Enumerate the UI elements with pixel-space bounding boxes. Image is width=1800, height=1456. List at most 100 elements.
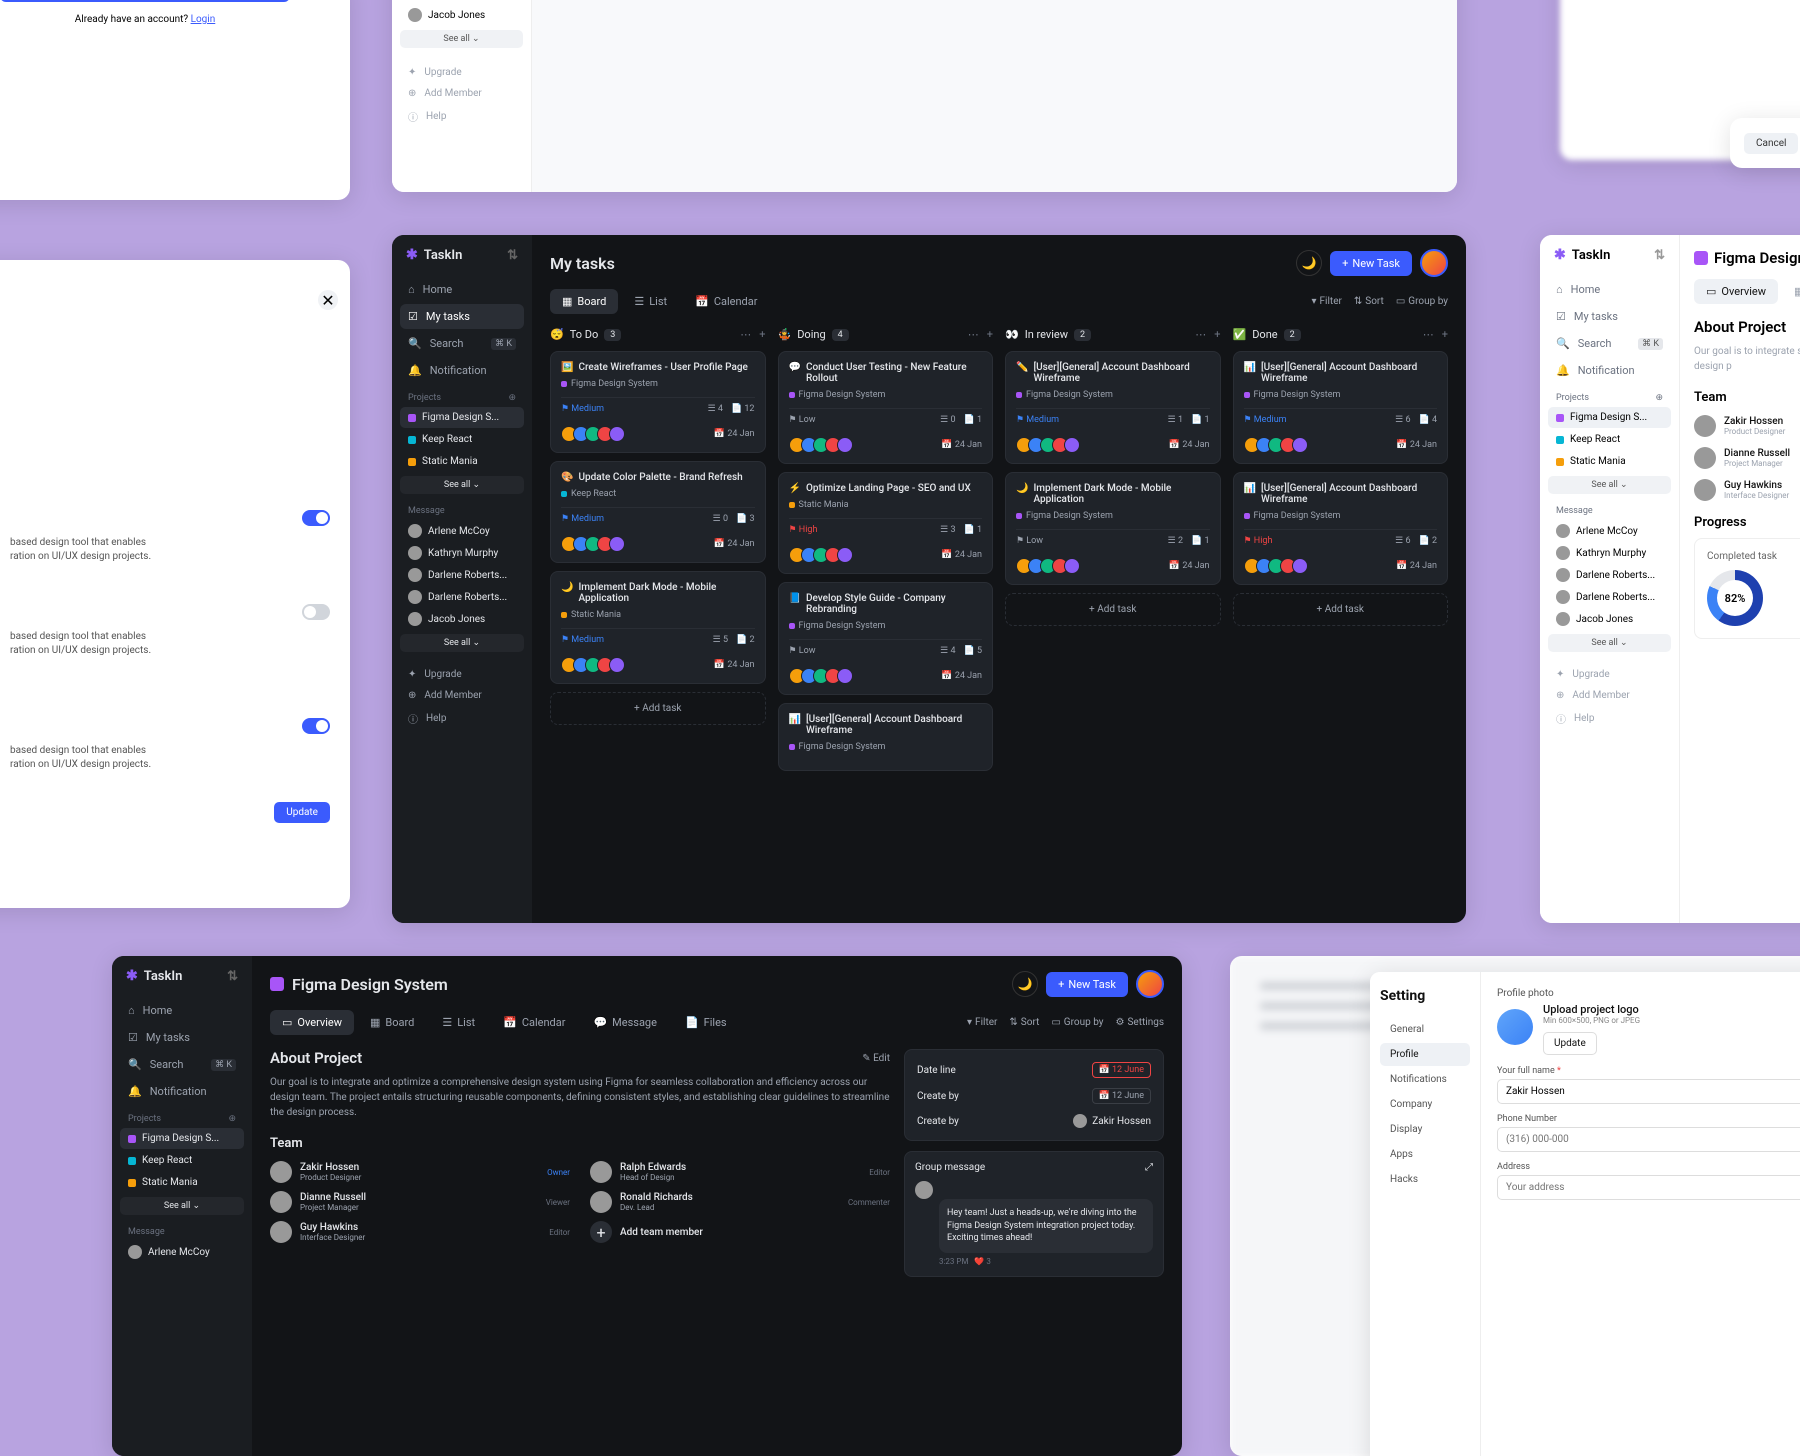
expand-icon[interactable]: ⤢	[1145, 1162, 1153, 1173]
groupby-button[interactable]: ▭ Group by	[1396, 289, 1448, 314]
task-card[interactable]: ✏️[User][General] Account Dashboard Wire…	[1005, 351, 1221, 464]
task-card[interactable]: 📊[User][General] Account Dashboard Wiref…	[1233, 472, 1449, 585]
user-avatar[interactable]	[1136, 970, 1164, 998]
nav-mytasks[interactable]: ☑ My tasks	[120, 1025, 244, 1050]
settings-nav-item[interactable]: Company	[1380, 1093, 1470, 1116]
help[interactable]: ⓘ Help	[400, 706, 524, 731]
tab-board[interactable]: ▦	[1782, 279, 1800, 304]
toggle[interactable]	[302, 604, 330, 620]
tab-list[interactable]: ☰ List	[622, 289, 679, 314]
more-icon[interactable]: ⋯	[1195, 328, 1206, 341]
tab-board[interactable]: ▦ Board	[550, 289, 618, 314]
nav-search[interactable]: 🔍 Search⌘ K	[400, 331, 524, 356]
tab-board[interactable]: ▦ Board	[358, 1010, 426, 1035]
update-button[interactable]: Update	[274, 802, 330, 823]
add-project-icon[interactable]: ⊕	[508, 393, 516, 403]
add-icon[interactable]: +	[759, 328, 765, 341]
nav-mytasks[interactable]: ☑ My tasks	[1548, 304, 1671, 329]
nav-notification[interactable]: 🔔 Notification	[1548, 358, 1671, 383]
login-link[interactable]: Login	[191, 14, 216, 25]
project-item[interactable]: Keep React	[400, 429, 524, 450]
tab-calendar[interactable]: 📅 Calendar	[491, 1010, 577, 1035]
new-task-button[interactable]: + New Task	[1330, 251, 1412, 276]
msg-item[interactable]: Jacob Jones	[400, 4, 523, 26]
nav-home[interactable]: ⌂ Home	[400, 277, 524, 302]
cancel-button[interactable]: Cancel	[1744, 133, 1798, 154]
toggle[interactable]	[302, 510, 330, 526]
filter-button[interactable]: ▾ Filter	[967, 1010, 997, 1035]
add-icon[interactable]: +	[987, 328, 993, 341]
tab-calendar[interactable]: 📅 Calendar	[683, 289, 769, 314]
tab-overview[interactable]: ▭ Overview	[270, 1010, 354, 1035]
task-card[interactable]: 📊[User][General] Account Dashboard Wiref…	[778, 703, 994, 771]
upgrade[interactable]: ✦ Upgrade	[400, 664, 524, 685]
msg-item[interactable]: Kathryn Murphy	[400, 542, 524, 564]
groupby-button[interactable]: ▭ Group by	[1051, 1010, 1103, 1035]
toggle[interactable]	[302, 718, 330, 734]
nav-notification[interactable]: 🔔 Notification	[400, 358, 524, 383]
nav-home[interactable]: ⌂ Home	[120, 998, 244, 1023]
see-all[interactable]: See all ⌄	[400, 476, 524, 494]
task-card[interactable]: 📘Develop Style Guide - Company Rebrandin…	[778, 582, 994, 695]
add-icon[interactable]: +	[1442, 328, 1448, 341]
sort-button[interactable]: ⇅ Sort	[1009, 1010, 1039, 1035]
msg-item[interactable]: Darlene Roberts...	[400, 586, 524, 608]
more-icon[interactable]: ⋯	[740, 328, 751, 341]
settings-nav-item[interactable]: Hacks	[1380, 1168, 1470, 1191]
theme-toggle[interactable]: 🌙	[1012, 971, 1038, 997]
new-task-button[interactable]: + New Task	[1046, 972, 1128, 997]
task-card[interactable]: ⚡Optimize Landing Page - SEO and UX Stat…	[778, 472, 994, 574]
project-item[interactable]: Static Mania	[1548, 451, 1671, 472]
fullname-input[interactable]	[1497, 1079, 1800, 1104]
settings-nav-item[interactable]: Notifications	[1380, 1068, 1470, 1091]
settings-nav-item[interactable]: Profile	[1380, 1043, 1470, 1066]
address-input[interactable]	[1497, 1175, 1800, 1200]
filter-button[interactable]: ▾ Filter	[1312, 289, 1342, 314]
edit-button[interactable]: ✎ Edit	[862, 1053, 890, 1064]
add-task-button[interactable]: + Add task	[550, 692, 766, 725]
see-all[interactable]: See all ⌄	[400, 634, 524, 652]
tab-list[interactable]: ☰ List	[430, 1010, 487, 1035]
task-card[interactable]: 🌙Implement Dark Mode - Mobile Applicatio…	[550, 571, 766, 684]
add-task-button[interactable]: + Add task	[1005, 593, 1221, 626]
add-team-button[interactable]: +Add team member	[590, 1221, 890, 1243]
task-card[interactable]: 🎨Update Color Palette - Brand Refresh Ke…	[550, 461, 766, 563]
nav-mytasks[interactable]: ☑ My tasks	[400, 304, 524, 329]
task-card[interactable]: 💬Conduct User Testing - New Feature Roll…	[778, 351, 994, 464]
more-icon[interactable]: ⋯	[1423, 328, 1434, 341]
nav-search[interactable]: 🔍 Search⌘ K	[1548, 331, 1671, 356]
phone-input[interactable]	[1497, 1127, 1800, 1152]
tab-overview[interactable]: ▭ Overview	[1694, 279, 1778, 304]
task-card[interactable]: 🌙Implement Dark Mode - Mobile Applicatio…	[1005, 472, 1221, 585]
close-icon[interactable]: ✕	[318, 290, 338, 310]
task-card[interactable]: 🖼️Create Wireframes - User Profile Page …	[550, 351, 766, 453]
help[interactable]: ⓘ Help	[400, 104, 523, 129]
project-item[interactable]: Keep React	[1548, 429, 1671, 450]
nav-search[interactable]: 🔍 Search⌘ K	[120, 1052, 244, 1077]
add-icon[interactable]: +	[1214, 328, 1220, 341]
msg-item[interactable]: Darlene Roberts...	[400, 564, 524, 586]
see-all[interactable]: See all ⌄	[400, 30, 523, 48]
nav-home[interactable]: ⌂ Home	[1548, 277, 1671, 302]
settings-nav-item[interactable]: Display	[1380, 1118, 1470, 1141]
theme-toggle[interactable]: 🌙	[1296, 250, 1322, 276]
settings-nav-item[interactable]: General	[1380, 1018, 1470, 1041]
project-item[interactable]: Figma Design S...	[400, 407, 524, 428]
user-avatar[interactable]	[1420, 249, 1448, 277]
nav-notification[interactable]: 🔔 Notification	[120, 1079, 244, 1104]
add-member[interactable]: ⊕ Add Member	[400, 83, 523, 104]
msg-item[interactable]: Arlene McCoy	[400, 520, 524, 542]
task-card[interactable]: 📊[User][General] Account Dashboard Wiref…	[1233, 351, 1449, 464]
settings-nav-item[interactable]: Apps	[1380, 1143, 1470, 1166]
settings-button[interactable]: ⚙ Settings	[1116, 1010, 1164, 1035]
tab-files[interactable]: 📄 Files	[673, 1010, 739, 1035]
sort-button[interactable]: ⇅ Sort	[1354, 289, 1384, 314]
add-member[interactable]: ⊕ Add Member	[400, 685, 524, 706]
more-icon[interactable]: ⋯	[968, 328, 979, 341]
project-item[interactable]: Static Mania	[400, 451, 524, 472]
project-item[interactable]: Figma Design S...	[1548, 407, 1671, 428]
add-task-button[interactable]: + Add task	[1233, 593, 1449, 626]
tab-message[interactable]: 💬 Message	[581, 1010, 669, 1035]
update-button[interactable]: Update	[1543, 1032, 1597, 1055]
upgrade[interactable]: ✦ Upgrade	[400, 62, 523, 83]
